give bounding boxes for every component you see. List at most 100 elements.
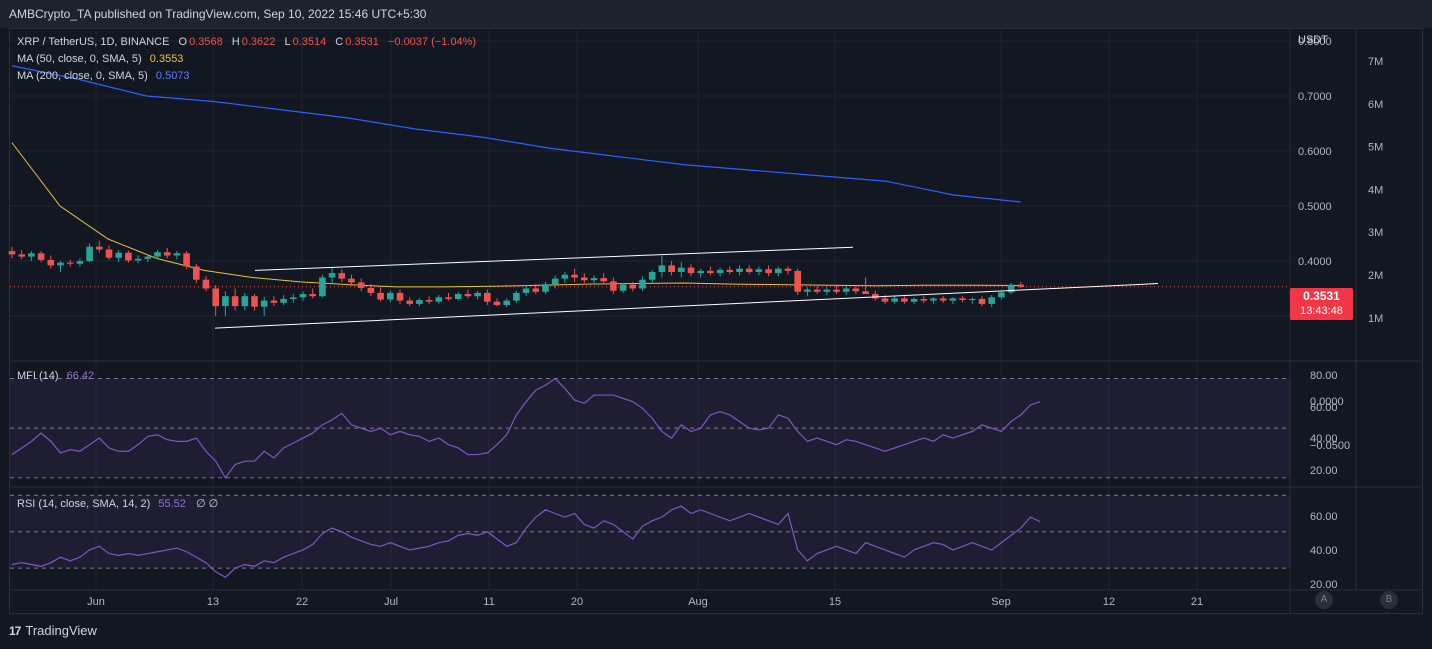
low-label: L [284,36,291,48]
x-tick-label: Jun [87,596,105,608]
mfi-tick-label: 80.00 [1310,370,1338,382]
candle-body [464,294,472,297]
candle-body [939,298,947,301]
candle-body [658,265,666,272]
x-tick-label: 21 [1191,596,1203,608]
low-value: 0.3514 [292,36,327,48]
candle-body [978,298,986,304]
candle-body [357,282,365,288]
candle-body [1017,284,1025,287]
candle-body [328,273,336,278]
candle-body [154,252,161,257]
candle-body [619,284,627,291]
candle-body [794,270,801,292]
candle-body [96,246,103,250]
candle-body [76,261,84,264]
volume-tick-label: 7M [1368,56,1383,68]
candle-body [193,266,200,280]
candle-body [726,269,734,272]
x-tick-label: 22 [296,596,308,608]
ma50-legend[interactable]: MA (50, close, 0, SMA, 5) 0.3553 [17,53,185,65]
candle-body [105,249,113,258]
candle-body [319,277,326,297]
candle-body [823,289,831,292]
ma200-line [11,65,1021,203]
candle-body [115,252,122,258]
x-tick-label: Aug [688,596,708,608]
ma50-line [11,142,1021,288]
scale-b-button[interactable]: B [1380,591,1398,609]
last-price-badge: 0.3531 13:43:48 [1290,288,1353,320]
candle-body [493,301,501,305]
candle-body [183,253,190,267]
candle-body [445,297,452,299]
candle-body [57,262,64,266]
candle-body [144,256,152,259]
ma200-legend[interactable]: MA (200, close, 0, SMA, 5) 0.5073 [17,70,192,82]
volume-tick-label: 2M [1368,270,1383,282]
candle-body [222,296,229,307]
candle-body [930,298,937,301]
ma50-value: 0.3553 [149,53,184,65]
price-tick-label: 0.7000 [1298,91,1332,103]
candle-body [416,300,423,304]
volume-tick-label: 1M [1368,313,1383,325]
candle-body [280,298,287,303]
rsi-extra: ∅ ∅ [195,498,219,510]
candle-body [406,300,413,304]
candle-body [66,262,74,264]
close-label: C [335,36,344,48]
candle-body [901,298,908,302]
symbol-label[interactable]: XRP / TetherUS, 1D, BINANCE [17,36,169,48]
candle-body [367,287,375,293]
candle-body [299,294,307,298]
candle-body [47,259,55,266]
rsi-tick-label: 20.00 [1310,579,1338,591]
candle-body [920,298,928,301]
candle-body [561,274,569,279]
candle-body [290,297,297,299]
candle-body [775,268,782,274]
candle-body [1007,284,1015,293]
candle-body [668,265,675,272]
x-tick-label: Jul [384,596,398,608]
candle-body [309,294,316,297]
candle-body [241,296,249,307]
candle-body [581,277,588,281]
candle-body [678,267,685,272]
candle-body [959,298,966,301]
mfi-tick-label: 60.00 [1310,402,1338,414]
candle-body [163,252,171,256]
x-tick-label: 11 [483,596,494,608]
mfi-legend[interactable]: MFI (14) 66.42 [17,370,96,382]
volume-tick-label: 5M [1368,142,1383,154]
auto-scale-button[interactable]: A [1315,591,1333,609]
candle-body [231,296,239,307]
candle-body [348,278,355,283]
candle-body [377,292,384,300]
last-price-value: 0.3531 [1303,289,1340,303]
candle-body [862,291,869,294]
currency-label: USDT [1298,34,1328,46]
price-tick-label: 0.5000 [1298,201,1332,213]
mfi-tick-label: 20.00 [1310,465,1338,477]
close-value: 0.3531 [345,36,379,48]
candle-body [425,300,433,302]
candle-body [881,298,889,302]
candle-body [988,297,995,304]
chart-svg[interactable]: Jun 13 22 Jul 11 20 Aug 15 Sep 12 210.80000.70000.… [0,0,1432,649]
candle-body [454,294,462,299]
mfi-tick-label: −0.0500 [1310,440,1350,452]
candle-body [765,269,772,274]
candle-body [28,253,35,257]
candle-body [522,288,530,293]
candle-body [610,281,617,291]
x-tick-label: 15 [829,596,841,608]
channel-lower-line [214,283,1159,329]
volume-tick-label: 3M [1368,227,1383,239]
candle-body [542,284,549,292]
candle-body [212,288,219,307]
x-tick-label: 12 [1103,596,1115,608]
rsi-legend[interactable]: RSI (14, close, SMA, 14, 2) 55.52 ∅ ∅ [17,497,220,510]
bar-countdown: 13:43:48 [1300,305,1343,317]
